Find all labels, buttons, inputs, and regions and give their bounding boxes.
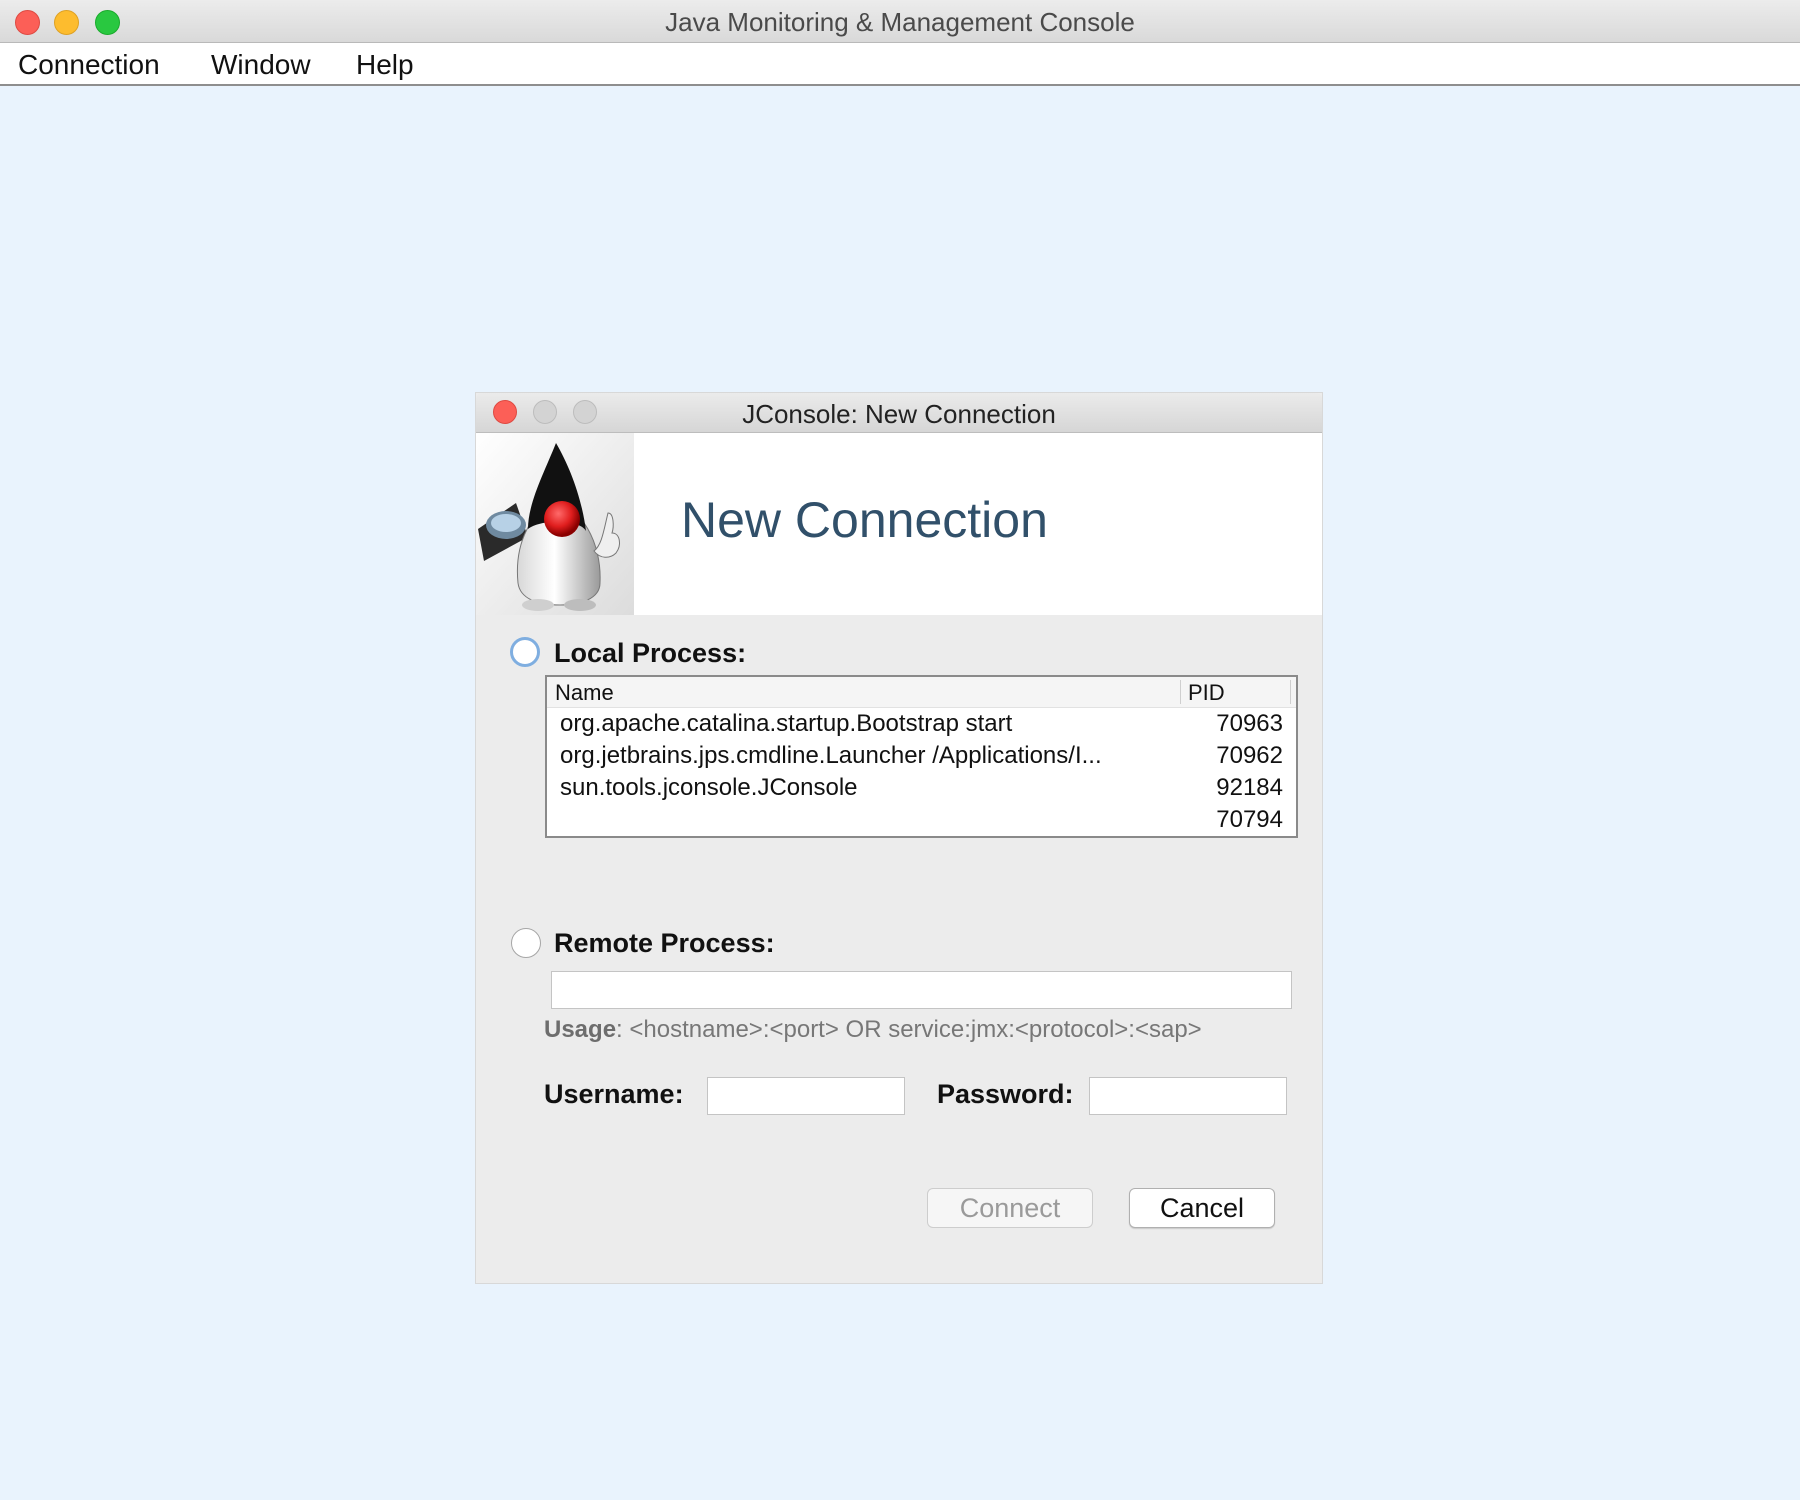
menu-help[interactable]: Help — [356, 43, 414, 84]
usage-text: : <hostname>:<port> OR service:jmx:<prot… — [616, 1016, 1202, 1043]
column-header-pid[interactable]: PID — [1188, 679, 1225, 707]
username-label: Username: — [544, 1079, 684, 1109]
remote-usage-hint: Usage: <hostname>:<port> OR service:jmx:… — [544, 1016, 1202, 1044]
process-pid: 70794 — [1216, 806, 1283, 833]
remote-process-label[interactable]: Remote Process: — [554, 928, 775, 959]
table-row[interactable]: org.jetbrains.jps.cmdline.Launcher /Appl… — [547, 740, 1296, 772]
password-field[interactable] — [1089, 1077, 1287, 1115]
duke-mascot-icon — [476, 433, 634, 615]
dialog-titlebar[interactable]: JConsole: New Connection — [476, 393, 1322, 433]
main-window-titlebar[interactable]: Java Monitoring & Management Console — [0, 0, 1800, 43]
process-pid: 70963 — [1216, 710, 1283, 737]
column-divider[interactable] — [1180, 680, 1181, 704]
dialog-heading: New Connection — [681, 492, 1048, 548]
usage-label: Usage — [544, 1016, 617, 1043]
password-label: Password: — [937, 1079, 1074, 1109]
menu-window[interactable]: Window — [211, 43, 311, 84]
dialog-title: JConsole: New Connection — [742, 399, 1056, 429]
process-name: org.jetbrains.jps.cmdline.Launcher /Appl… — [560, 742, 1102, 769]
column-divider[interactable] — [1290, 680, 1291, 704]
table-row[interactable]: org.apache.catalina.startup.Bootstrap st… — [547, 708, 1296, 740]
connect-button[interactable]: Connect — [927, 1188, 1093, 1228]
username-field[interactable] — [707, 1077, 905, 1115]
table-row[interactable]: sun.tools.jconsole.JConsole 92184 — [547, 772, 1296, 804]
process-pid: 70962 — [1216, 742, 1283, 769]
remote-process-input[interactable] — [551, 971, 1292, 1009]
dialog-header: New Connection — [476, 433, 1322, 615]
local-process-label[interactable]: Local Process: — [554, 638, 746, 669]
process-pid: 92184 — [1216, 774, 1283, 801]
window-title: Java Monitoring & Management Console — [665, 7, 1135, 37]
process-name: sun.tools.jconsole.JConsole — [560, 774, 858, 801]
remote-process-radio[interactable] — [511, 928, 541, 958]
menu-connection[interactable]: Connection — [18, 43, 160, 84]
local-process-radio[interactable] — [510, 637, 540, 667]
table-header: Name PID — [547, 677, 1296, 708]
menu-bar: Connection Window Help — [0, 43, 1800, 86]
process-name: org.apache.catalina.startup.Bootstrap st… — [560, 710, 1013, 737]
cancel-button[interactable]: Cancel — [1129, 1188, 1275, 1228]
table-row[interactable]: 70794 — [547, 804, 1296, 836]
local-process-table[interactable]: Name PID org.apache.catalina.startup.Boo… — [545, 675, 1298, 838]
column-header-name[interactable]: Name — [555, 679, 614, 707]
new-connection-dialog: JConsole: New Connection New Connection … — [476, 393, 1322, 1283]
